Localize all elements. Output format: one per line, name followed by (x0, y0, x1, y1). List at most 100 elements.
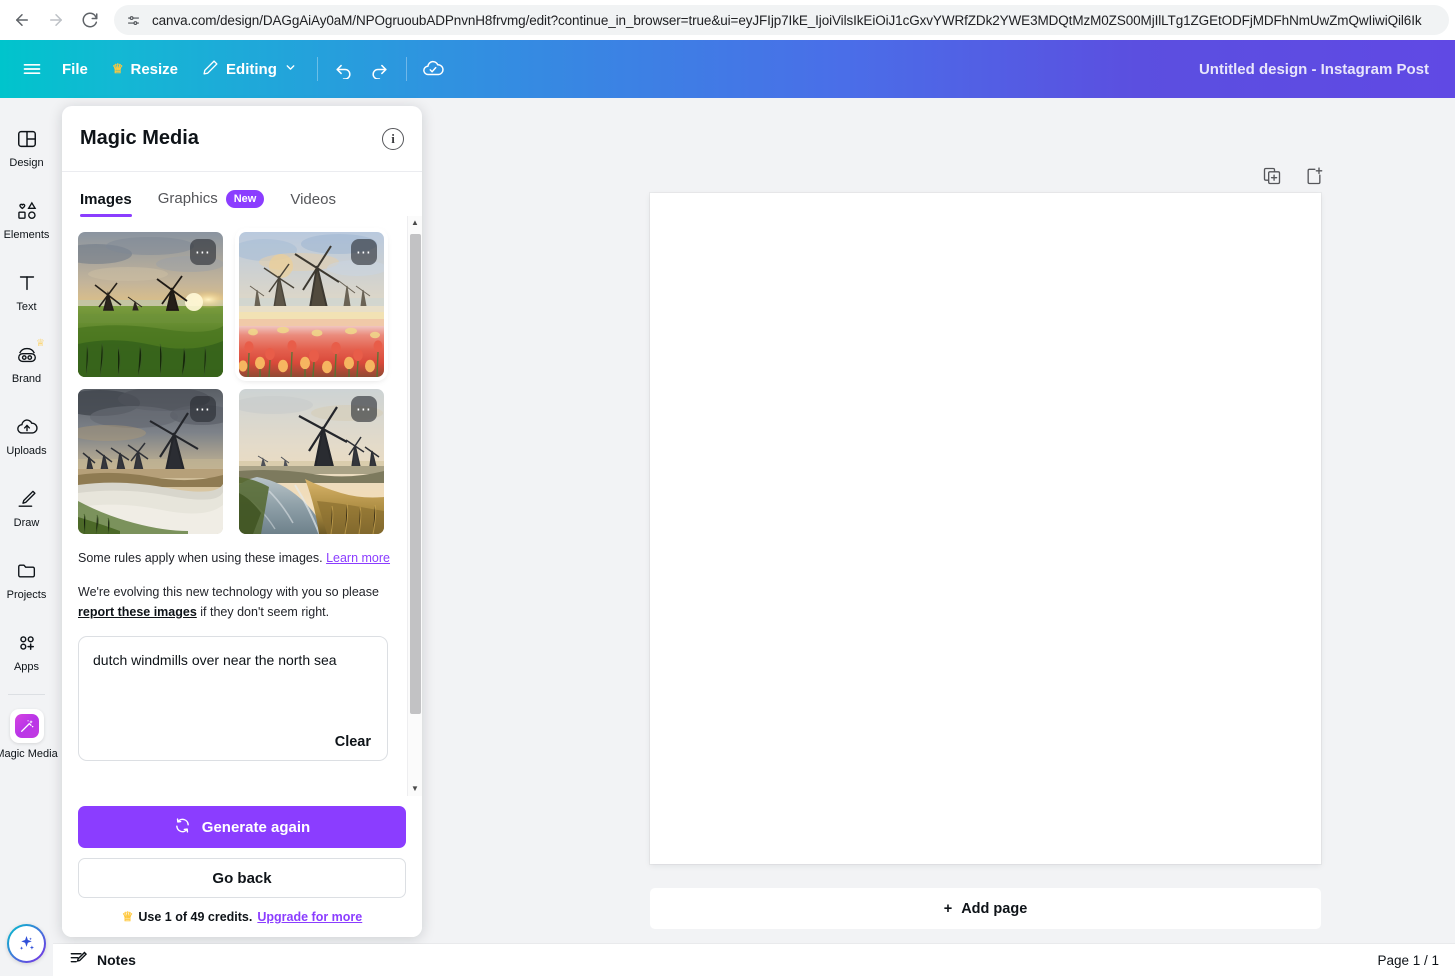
sidebar-label-elements: Elements (4, 229, 50, 241)
brand-icon (14, 342, 40, 368)
image-more-options-icon[interactable]: ⋯ (351, 396, 377, 422)
tab-videos[interactable]: Videos (290, 191, 336, 216)
add-page-label: Add page (961, 901, 1027, 917)
report-prefix: We're evolving this new technology with … (78, 585, 379, 599)
add-page-plus-icon: + (944, 901, 952, 917)
image-more-options-icon[interactable]: ⋯ (351, 239, 377, 265)
document-title[interactable]: Untitled design - Instagram Post (1199, 61, 1441, 78)
credits-row: ♕ Use 1 of 49 credits. Upgrade for more (78, 909, 406, 925)
sidebar-label-apps: Apps (14, 661, 39, 673)
sparkle-ai-icon[interactable] (7, 924, 46, 963)
sidebar-item-projects[interactable]: Projects (0, 544, 53, 616)
sidebar-item-text[interactable]: Text (0, 256, 53, 328)
tab-images[interactable]: Images (80, 191, 132, 216)
upgrade-link[interactable]: Upgrade for more (257, 910, 362, 924)
report-images-text: We're evolving this new technology with … (78, 582, 404, 622)
hamburger-menu-icon[interactable] (14, 51, 50, 87)
prompt-input-value[interactable]: dutch windmills over near the north sea (93, 650, 373, 670)
scroll-up-arrow-icon[interactable]: ▲ (411, 216, 419, 230)
sidebar-label-text: Text (16, 301, 36, 313)
design-layout-icon (14, 126, 40, 152)
resize-label: Resize (131, 61, 179, 78)
notes-label: Notes (97, 952, 136, 968)
generated-image-2[interactable]: ⋯ (239, 232, 384, 377)
crown-icon: ♕ (112, 61, 124, 77)
left-sidebar-rail: Design Elements Text ♕ Brand Uploads Dra… (0, 98, 53, 976)
sidebar-item-design[interactable]: Design (0, 112, 53, 184)
sidebar-label-projects: Projects (7, 589, 47, 601)
canva-top-toolbar: File ♕ Resize Editing Untitled design - … (0, 40, 1455, 98)
design-canvas-page[interactable] (650, 193, 1321, 864)
scrollbar-track[interactable] (408, 230, 422, 782)
editing-mode-button[interactable]: Editing (190, 51, 309, 87)
file-menu-label: File (62, 61, 88, 78)
go-back-button[interactable]: Go back (78, 858, 406, 898)
generate-again-button[interactable]: Generate again (78, 806, 406, 848)
projects-folder-icon (14, 558, 40, 584)
undo-button[interactable] (326, 51, 362, 87)
add-page-button[interactable]: + Add page (650, 888, 1321, 929)
page-counter: Page 1 / 1 (1377, 953, 1439, 968)
sidebar-label-design: Design (9, 157, 43, 169)
elements-shapes-icon (14, 198, 40, 224)
duplicate-page-icon[interactable] (1258, 162, 1286, 190)
sidebar-label-magic-media: Magic Media (0, 748, 58, 760)
text-t-icon (14, 270, 40, 296)
browser-back-button[interactable] (6, 4, 38, 36)
panel-scroll-area: ⋯ (62, 216, 422, 796)
panel-scrollbar[interactable]: ▲ ▼ (407, 216, 422, 796)
pencil-icon (202, 59, 219, 80)
learn-more-link[interactable]: Learn more (326, 551, 390, 565)
generated-image-1[interactable]: ⋯ (78, 232, 223, 377)
draw-pen-icon (14, 486, 40, 512)
usage-rules-label: Some rules apply when using these images… (78, 551, 323, 565)
cloud-check-icon[interactable] (415, 51, 451, 87)
sidebar-divider (8, 694, 45, 695)
sidebar-item-brand[interactable]: ♕ Brand (0, 328, 53, 400)
file-menu-button[interactable]: File (50, 51, 100, 87)
go-back-label: Go back (212, 870, 271, 887)
add-page-icon[interactable] (1300, 162, 1328, 190)
notes-button[interactable]: Notes (69, 949, 136, 971)
scrollbar-thumb[interactable] (410, 234, 421, 714)
generated-image-3[interactable]: ⋯ (78, 389, 223, 534)
panel-tab-bar: Images Graphics New Videos (62, 172, 422, 216)
site-settings-icon[interactable] (120, 7, 146, 33)
scroll-down-arrow-icon[interactable]: ▼ (411, 782, 419, 796)
info-icon[interactable]: i (382, 128, 404, 150)
sidebar-label-brand: Brand (12, 373, 41, 385)
editor-bottom-bar: Notes Page 1 / 1 (53, 944, 1455, 976)
crown-icon: ♕ (122, 909, 134, 925)
sidebar-item-magic-media[interactable]: Magic Media (0, 699, 53, 771)
image-more-options-icon[interactable]: ⋯ (190, 396, 216, 422)
magic-media-panel: Magic Media i Images Graphics New Videos (62, 106, 422, 937)
resize-button[interactable]: ♕ Resize (100, 51, 190, 87)
tab-videos-label: Videos (290, 191, 336, 208)
sidebar-item-elements[interactable]: Elements (0, 184, 53, 256)
clear-prompt-button[interactable]: Clear (335, 734, 371, 750)
browser-forward-button[interactable] (40, 4, 72, 36)
sidebar-item-uploads[interactable]: Uploads (0, 400, 53, 472)
prompt-input-box[interactable]: dutch windmills over near the north sea … (78, 636, 388, 761)
report-images-link[interactable]: report these images (78, 605, 197, 619)
browser-url-bar[interactable]: canva.com/design/DAGgAiAy0aM/NPOgruoubAD… (114, 5, 1449, 35)
sidebar-item-apps[interactable]: Apps (0, 616, 53, 688)
sidebar-item-draw[interactable]: Draw (0, 472, 53, 544)
image-more-options-icon[interactable]: ⋯ (190, 239, 216, 265)
redo-button[interactable] (362, 51, 398, 87)
new-badge: New (226, 190, 265, 208)
tab-graphics-label: Graphics (158, 190, 218, 207)
chevron-down-icon (284, 61, 297, 78)
browser-reload-button[interactable] (74, 4, 106, 36)
apps-grid-plus-icon (14, 630, 40, 656)
magic-wand-icon (15, 714, 39, 738)
tab-graphics[interactable]: Graphics New (158, 190, 265, 216)
generated-image-4[interactable]: ⋯ (239, 389, 384, 534)
report-suffix: if they don't seem right. (197, 605, 329, 619)
toolbar-divider (317, 57, 318, 81)
generated-image-grid: ⋯ (78, 232, 404, 534)
toolbar-divider-2 (406, 57, 407, 81)
canvas-page-tools (1258, 162, 1328, 190)
refresh-icon (174, 817, 191, 838)
notes-icon (69, 949, 88, 971)
